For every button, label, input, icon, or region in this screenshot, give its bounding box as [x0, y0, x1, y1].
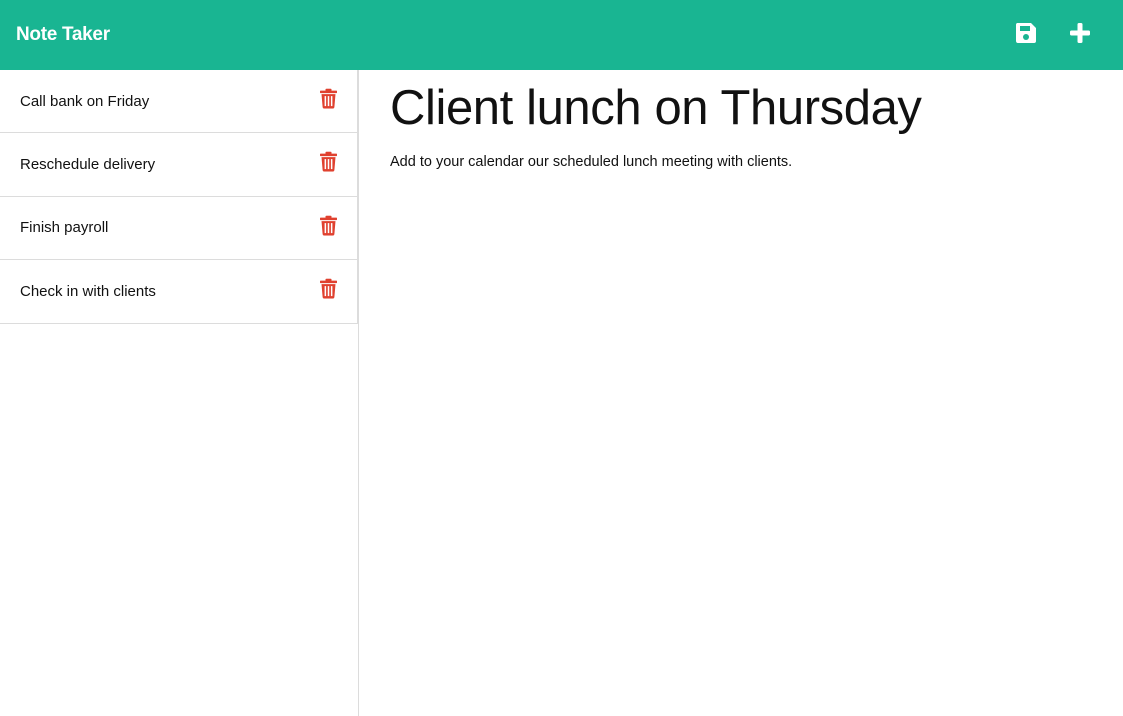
navbar-actions: [999, 0, 1107, 70]
save-icon: [1015, 22, 1037, 49]
note-body-text[interactable]: Add to your calendar our scheduled lunch…: [390, 154, 1093, 170]
new-note-button[interactable]: [1053, 0, 1107, 70]
note-view: Client lunch on Thursday Add to your cal…: [360, 70, 1123, 716]
trash-icon[interactable]: [319, 278, 337, 299]
trash-icon[interactable]: [319, 88, 337, 109]
list-item[interactable]: Call bank on Friday: [0, 70, 358, 133]
app: Note Taker Call bank on Friday Reschedul…: [0, 0, 1123, 716]
note-title: Reschedule delivery: [20, 155, 156, 173]
trash-icon[interactable]: [319, 215, 337, 236]
note-title: Finish payroll: [20, 219, 109, 237]
plus-icon: [1069, 22, 1091, 49]
trash-icon[interactable]: [319, 151, 337, 172]
note-title-heading[interactable]: Client lunch on Thursday: [390, 81, 1093, 136]
notes-sidebar: Call bank on Friday Reschedule delivery: [0, 70, 359, 716]
note-list: Call bank on Friday Reschedule delivery: [0, 70, 358, 324]
note-title: Call bank on Friday: [20, 92, 150, 110]
note-title: Check in with clients: [20, 282, 156, 300]
list-item[interactable]: Finish payroll: [0, 196, 358, 260]
app-brand[interactable]: Note Taker: [16, 24, 110, 46]
save-note-button[interactable]: [999, 0, 1053, 70]
list-item[interactable]: Reschedule delivery: [0, 133, 358, 197]
navbar: Note Taker: [0, 0, 1123, 70]
list-item[interactable]: Check in with clients: [0, 260, 358, 324]
